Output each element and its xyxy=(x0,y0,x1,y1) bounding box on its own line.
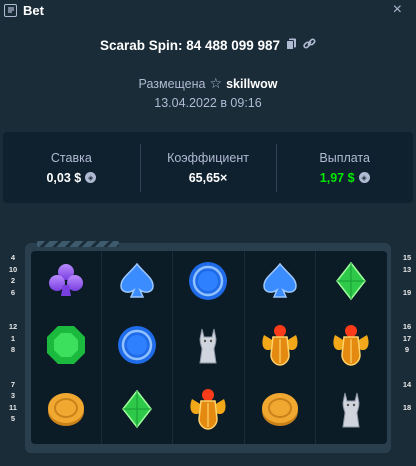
receipt-icon xyxy=(4,3,17,17)
spin-id-row: Scarab Spin: 84 488 099 987 xyxy=(0,38,416,53)
payline-number xyxy=(397,367,416,379)
stat-value: 65,65× xyxy=(140,171,277,185)
reel-cell xyxy=(31,379,103,444)
reel-cell xyxy=(245,315,316,380)
payline-number xyxy=(397,356,416,368)
stat-label: Выплата xyxy=(319,150,370,165)
gold-coin-icon xyxy=(44,387,88,436)
payline-number: 12 xyxy=(8,322,18,331)
cat-statue-icon xyxy=(329,387,373,436)
stat-label: Коэффициент xyxy=(167,150,249,165)
modal-title: Bet xyxy=(23,2,44,18)
payline-number: 18 xyxy=(402,402,412,412)
payline-number: 11 xyxy=(9,402,17,412)
username-link[interactable]: skillwow xyxy=(226,77,277,91)
cat-statue-icon xyxy=(186,323,230,372)
reel-cell xyxy=(102,315,174,380)
payline-number: 13 xyxy=(402,264,412,274)
payline-number: 4 xyxy=(10,253,16,262)
reel-cell xyxy=(31,315,103,380)
payline-number xyxy=(397,390,416,402)
payline-number: 14 xyxy=(402,379,412,389)
scarab-icon xyxy=(258,323,302,372)
payline-number: 6 xyxy=(10,287,16,297)
payline-number: 9 xyxy=(404,345,410,354)
bet-amount: 0,03 $ xyxy=(46,170,82,185)
paylines-right: 15 13 19 16 17 9 14 18 xyxy=(397,252,416,425)
currency-coin-icon: ◈ xyxy=(358,172,370,183)
stat-bet: Ставка 0,03 $ ◈ xyxy=(3,140,140,196)
link-icon[interactable] xyxy=(303,38,316,53)
gold-coin-icon xyxy=(258,387,302,436)
scarab-icon xyxy=(186,387,230,436)
reel-cell xyxy=(316,315,387,379)
payline-number: 16 xyxy=(402,322,412,331)
payline-number xyxy=(3,310,23,322)
placed-by-row: Размещена ☆ skillwow xyxy=(0,75,416,92)
payline-number: 10 xyxy=(8,264,18,274)
reel-cell xyxy=(102,379,174,444)
stat-value: 1,97 $ ◈ xyxy=(276,171,413,185)
blue-orb-icon xyxy=(186,259,230,308)
placed-label: Размещена xyxy=(138,76,206,91)
payline-number xyxy=(397,310,416,322)
payline-number: 17 xyxy=(402,333,412,343)
paylines-left: 4 10 2 6 12 1 8 7 3 11 5 xyxy=(3,252,23,425)
payline-number xyxy=(397,298,416,310)
spade-icon xyxy=(258,259,302,308)
payline-number xyxy=(3,356,23,368)
payline-number: 1 xyxy=(10,333,16,343)
payline-number: 2 xyxy=(10,276,16,285)
currency-coin-icon: ◈ xyxy=(85,172,97,183)
reel-cell xyxy=(316,251,387,315)
stat-label: Ставка xyxy=(50,150,92,165)
stat-value: 0,03 $ ◈ xyxy=(3,171,140,185)
modal-header: Bet × xyxy=(0,0,416,20)
payline-number: 15 xyxy=(402,253,412,262)
stat-multiplier: Коэффициент 65,65× xyxy=(139,140,277,196)
payline-number xyxy=(3,367,23,379)
reel-cell xyxy=(173,251,245,316)
reel-cell xyxy=(245,379,316,444)
payline-number xyxy=(397,413,416,425)
bet-stats-panel: Ставка 0,03 $ ◈ Коэффициент 65,65× Выплат… xyxy=(3,132,413,203)
spade-icon xyxy=(115,259,159,308)
payline-number xyxy=(397,275,416,287)
spin-id-text: Scarab Spin: 84 488 099 987 xyxy=(99,38,281,53)
reel-cell xyxy=(173,315,245,380)
emerald-icon xyxy=(44,323,88,372)
payline-number xyxy=(3,298,23,310)
payline-number: 3 xyxy=(10,391,16,400)
reel-cell xyxy=(316,380,387,444)
blue-orb-icon xyxy=(115,323,159,372)
scarab-icon xyxy=(329,323,373,372)
star-icon: ☆ xyxy=(209,75,223,91)
multiplier-value: 65,65× xyxy=(188,170,228,185)
payline-number: 8 xyxy=(10,345,16,354)
payline-number: 19 xyxy=(402,287,412,297)
green-diamond-icon xyxy=(329,259,373,308)
close-button[interactable]: × xyxy=(393,1,402,19)
slot-reels-grid xyxy=(31,251,387,444)
payout-amount: 1,97 $ xyxy=(319,170,355,185)
club-icon xyxy=(44,259,88,308)
reel-cell xyxy=(173,379,245,444)
reel-cell xyxy=(31,251,103,316)
stat-payout: Выплата 1,97 $ ◈ xyxy=(276,140,413,196)
reel-cell xyxy=(245,251,316,316)
payline-number: 7 xyxy=(10,379,16,389)
bet-date: 13.04.2022 в 09:16 xyxy=(154,96,262,110)
reel-cell xyxy=(102,251,174,316)
green-diamond-icon xyxy=(115,387,159,436)
payline-number: 5 xyxy=(10,414,16,423)
copy-icon[interactable] xyxy=(286,38,297,53)
